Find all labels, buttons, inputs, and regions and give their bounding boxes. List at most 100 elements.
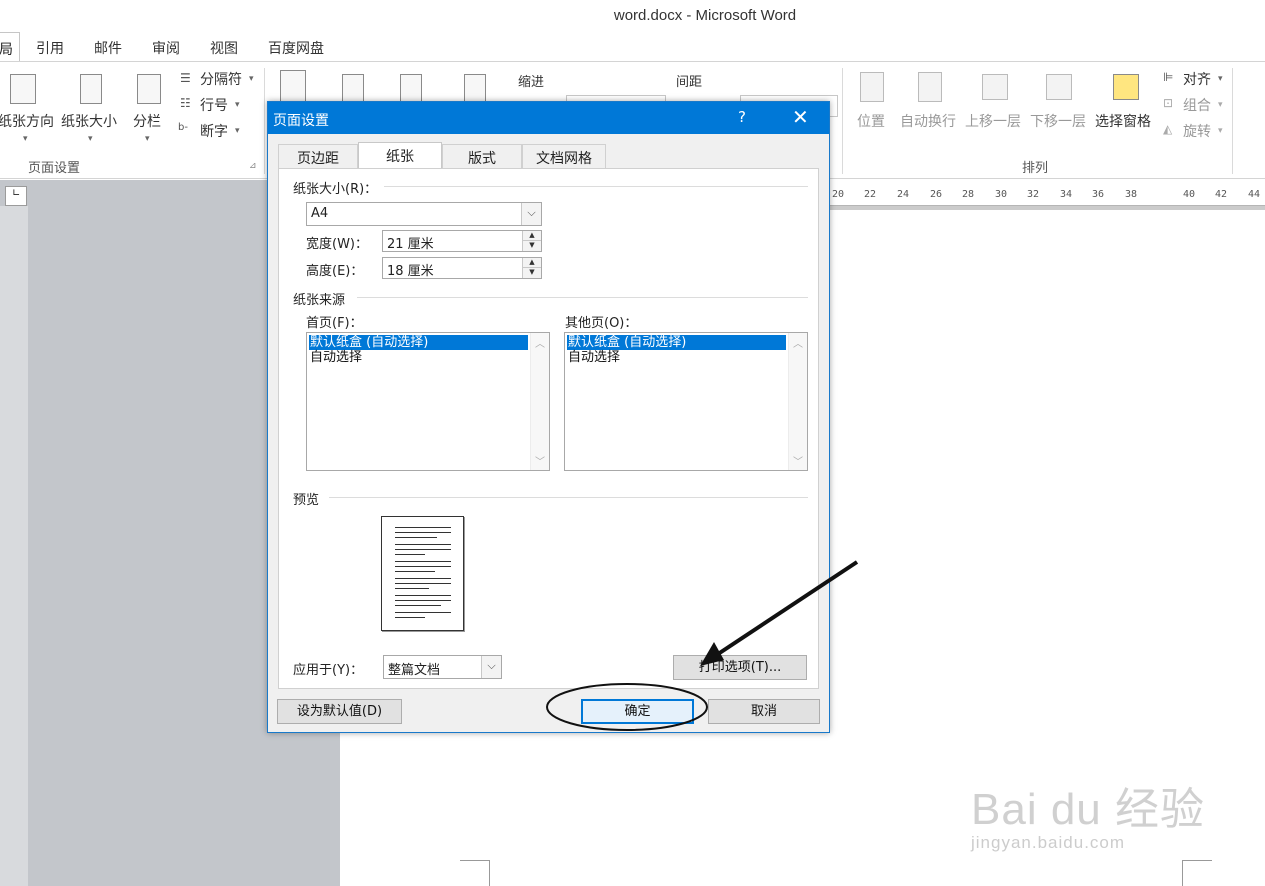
section-divider (329, 497, 808, 498)
watermark-line2: jingyan.baidu.com (971, 833, 1126, 852)
dialog-title: 页面设置 (273, 113, 329, 129)
position-button[interactable]: 位置 (857, 111, 885, 131)
page-color-icon (342, 74, 364, 102)
tab-review[interactable]: 审阅 (152, 38, 180, 58)
chevron-down-icon: ▾ (23, 134, 28, 144)
first-page-list[interactable]: 默认纸盒 (自动选择) 自动选择 ︿ ﹀ (306, 332, 550, 471)
align-button[interactable]: 对齐 (1183, 69, 1211, 89)
ruler-margin (830, 206, 1265, 210)
ribbon-tabs: 局 引用 邮件 审阅 视图 百度网盘 (0, 32, 1265, 63)
close-button[interactable]: ✕ (792, 105, 809, 129)
ruler-label: 22 (864, 189, 877, 200)
chevron-up-icon[interactable]: ︿ (793, 335, 803, 350)
chevron-down-icon[interactable]: ﹀ (793, 453, 803, 468)
page-borders-icon (400, 74, 422, 102)
wrap-text-button[interactable]: 自动换行 (900, 111, 956, 131)
chevron-up-icon[interactable]: ︿ (535, 335, 545, 350)
other-pages-list[interactable]: 默认纸盒 (自动选择) 自动选择 ︿ ﹀ (564, 332, 808, 471)
paper-tab-panel: 纸张大小(R)： A4 ⌵ 宽度(W)： 21 厘米 ▲ ▼ 高度(E)： 18 … (278, 168, 819, 689)
rotate-icon: ◭ (1163, 122, 1173, 136)
ruler-label: 26 (930, 189, 943, 200)
ruler-label: 30 (995, 189, 1008, 200)
page-corner-mark (460, 860, 490, 886)
apply-to-label: 应用于(Y)： (293, 663, 364, 678)
paper-size-select[interactable]: A4 ⌵ (306, 202, 542, 226)
hyphenation-button[interactable]: 断字 (200, 121, 228, 141)
line-numbers-button[interactable]: 行号 (200, 95, 228, 115)
baidu-watermark: Bai du 经验 jingyan.baidu.com (966, 745, 1206, 865)
height-spinner[interactable]: ▲ ▼ (522, 258, 541, 278)
wrap-text-icon (918, 72, 942, 102)
chevron-down-icon: ▾ (1218, 74, 1223, 84)
title-bar: word.docx - Microsoft Word (0, 0, 1265, 32)
breaks-button[interactable]: 分隔符 (200, 69, 242, 89)
group-separator (264, 68, 265, 174)
ruler-label: 34 (1060, 189, 1073, 200)
rotate-button[interactable]: 旋转 (1183, 121, 1211, 141)
section-divider (384, 186, 808, 187)
height-label: 高度(E)： (306, 264, 364, 279)
send-backward-button[interactable]: 下移一层 (1030, 111, 1086, 131)
spacing-label: 间距 (676, 75, 703, 90)
width-label: 宽度(W)： (306, 237, 368, 252)
spin-down-icon[interactable]: ▼ (523, 241, 541, 251)
bring-forward-button[interactable]: 上移一层 (965, 111, 1021, 131)
dialog-title-bar[interactable]: 页面设置 ? ✕ (268, 102, 829, 134)
columns-button[interactable]: 分栏 (133, 111, 161, 131)
page-setup-group-label: 页面设置 (28, 161, 81, 176)
tab-margins[interactable]: 页边距 (278, 144, 358, 168)
chevron-down-icon: ▾ (145, 134, 150, 144)
tab-mailings[interactable]: 邮件 (94, 38, 122, 58)
width-value: 21 厘米 (387, 237, 434, 252)
width-input[interactable]: 21 厘米 ▲ ▼ (382, 230, 542, 252)
chevron-down-icon: ▾ (1218, 126, 1223, 136)
first-page-label: 首页(F)： (306, 316, 363, 331)
spin-up-icon[interactable]: ▲ (523, 231, 541, 241)
tab-document-grid[interactable]: 文档网格 (522, 144, 606, 168)
ruler-label: 38 (1125, 189, 1138, 200)
horizontal-ruler[interactable]: 20 22 24 26 28 30 32 34 36 38 40 42 44 (830, 186, 1265, 206)
scrollbar[interactable]: ︿ ﹀ (788, 333, 807, 470)
set-default-button[interactable]: 设为默认值(D) (277, 699, 402, 724)
dialog-launcher-icon[interactable]: ⊿ (249, 161, 257, 171)
selection-pane-button[interactable]: 选择窗格 (1095, 111, 1151, 131)
spin-up-icon[interactable]: ▲ (523, 258, 541, 268)
group-button[interactable]: 组合 (1183, 95, 1211, 115)
tab-layout[interactable]: 局 (0, 32, 20, 63)
orientation-button[interactable]: 纸张方向 (0, 111, 54, 131)
size-button[interactable]: 纸张大小 (61, 111, 117, 131)
width-spinner[interactable]: ▲ ▼ (522, 231, 541, 251)
apply-to-select[interactable]: 整篇文档 ⌵ (383, 655, 502, 679)
preview-label: 预览 (293, 493, 320, 508)
print-options-button[interactable]: 打印选项(T)... (673, 655, 807, 680)
list-item[interactable]: 默认纸盒 (自动选择) (567, 335, 786, 350)
group-separator (1232, 68, 1233, 174)
ok-button[interactable]: 确定 (581, 699, 694, 724)
height-input[interactable]: 18 厘米 ▲ ▼ (382, 257, 542, 279)
chevron-down-icon: ▾ (249, 74, 254, 84)
vertical-ruler (0, 206, 28, 886)
cancel-button[interactable]: 取消 (708, 699, 820, 724)
page-setup-dialog: 页面设置 ? ✕ 页边距 纸张 版式 文档网格 纸张大小(R)： A4 ⌵ 宽度… (267, 101, 830, 733)
list-item[interactable]: 默认纸盒 (自动选择) (309, 335, 528, 350)
spin-down-icon[interactable]: ▼ (523, 268, 541, 278)
hyphenation-icon: b‐ (178, 122, 188, 133)
scrollbar[interactable]: ︿ ﹀ (530, 333, 549, 470)
chevron-down-icon[interactable]: ⌵ (521, 203, 541, 225)
tab-selector[interactable]: ∟ (5, 186, 27, 206)
list-item[interactable]: 自动选择 (567, 350, 620, 365)
list-item[interactable]: 自动选择 (309, 350, 362, 365)
chevron-down-icon[interactable]: ﹀ (535, 453, 545, 468)
tab-paper[interactable]: 纸张 (358, 142, 442, 169)
tab-layout[interactable]: 版式 (442, 144, 522, 168)
position-icon (860, 72, 884, 102)
ruler-label: 36 (1092, 189, 1105, 200)
tab-baidu-netdisk[interactable]: 百度网盘 (268, 38, 324, 58)
help-button[interactable]: ? (738, 108, 746, 126)
section-divider (357, 297, 808, 298)
align-icon: ⊫ (1163, 70, 1174, 84)
tab-view[interactable]: 视图 (210, 38, 238, 58)
tab-references[interactable]: 引用 (36, 38, 64, 58)
other-pages-label: 其他页(O)： (565, 316, 638, 331)
chevron-down-icon[interactable]: ⌵ (481, 656, 501, 678)
